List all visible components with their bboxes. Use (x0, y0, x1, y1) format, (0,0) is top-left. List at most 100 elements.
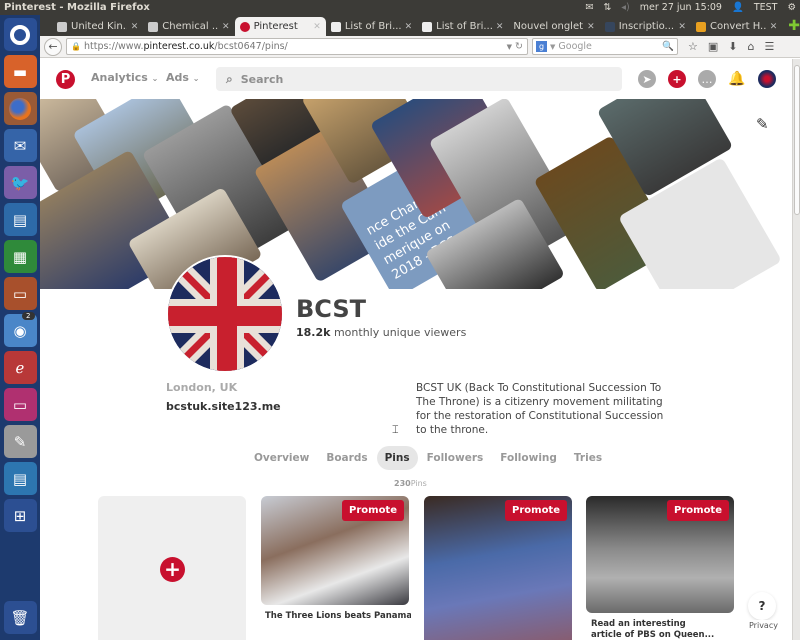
screen-viewer-icon[interactable]: ▭ (3, 388, 37, 421)
profile-name: BCST (296, 295, 367, 323)
pin-card[interactable]: Promote (424, 496, 572, 640)
profile-avatar-icon[interactable] (758, 70, 776, 88)
help-button[interactable]: ? (748, 592, 776, 620)
launcher-badge: 2 (22, 312, 35, 320)
menu-hamburger-icon[interactable]: ☰ (764, 40, 774, 53)
reader-icon[interactable]: ℯ (3, 351, 37, 384)
profile-tabs: Overview Boards Pins Followers Following… (246, 446, 611, 470)
tab-boards[interactable]: Boards (318, 446, 375, 470)
tab-following[interactable]: Following (492, 446, 565, 470)
document-icon[interactable]: ▤ (3, 462, 37, 495)
pin-caption[interactable]: Read an interesting article of PBS on Qu… (591, 619, 719, 640)
trash-icon[interactable]: 🗑 (3, 601, 37, 634)
disk-icon[interactable]: ◉ 2 (3, 312, 37, 347)
ads-menu[interactable]: Ads ⌄ (166, 71, 199, 84)
create-plus-icon[interactable]: + (668, 70, 686, 88)
pin-count: 230Pins (394, 479, 427, 488)
bookmark-star-icon[interactable]: ☆ (688, 40, 698, 53)
bbc-icon (148, 21, 159, 32)
scrollbar-thumb[interactable] (794, 65, 800, 215)
explore-compass-icon[interactable]: ➤ (638, 70, 656, 88)
url-bar[interactable]: 🔒 https://www.pinterest.co.uk/bcst0647/p… (66, 38, 528, 55)
promote-button[interactable]: Promote (667, 500, 729, 521)
add-pin-plus-icon[interactable]: + (160, 557, 185, 582)
pin-caption[interactable]: The Three Lions beats Panama 6:1... (265, 611, 411, 622)
close-tab-icon[interactable]: ✕ (405, 22, 413, 32)
close-tab-icon[interactable]: ✕ (313, 22, 321, 32)
thunderbird-icon[interactable]: ✉ (3, 129, 37, 162)
workspace-switcher-icon[interactable]: ⊞ (3, 499, 37, 532)
browser-tab[interactable]: Chemical ... ✕ (143, 17, 234, 36)
home-icon[interactable]: ⌂ (748, 40, 755, 53)
page-scrollbar[interactable] (792, 59, 800, 640)
files-folder-icon[interactable]: ▬ (3, 55, 37, 88)
notifications-bell-icon[interactable]: 🔔 (728, 70, 746, 88)
browser-tab[interactable]: Nouvel onglet ✕ (508, 17, 599, 36)
text-editor-icon[interactable]: ✎ (3, 425, 37, 458)
browser-tab[interactable]: United Kin... ✕ (52, 17, 143, 36)
close-tab-icon[interactable]: ✕ (587, 22, 595, 32)
dropdown-icon[interactable]: ▼ (507, 43, 512, 51)
search-icon: ⌕ (226, 71, 233, 86)
promote-button[interactable]: Promote (342, 500, 404, 521)
edit-profile-pencil-icon[interactable]: ✎ (756, 115, 769, 133)
impress-icon[interactable]: ▭ (3, 277, 37, 310)
new-tab-plus-icon[interactable]: ✚ (788, 17, 800, 36)
download-icon[interactable]: ⬇ (728, 40, 737, 53)
pin-card[interactable]: Promote (261, 496, 409, 605)
ubuntu-dash-icon[interactable] (3, 18, 37, 51)
add-pin-card[interactable]: + (98, 496, 246, 640)
close-tab-icon[interactable]: ✕ (131, 22, 139, 32)
wikipedia-icon (422, 21, 433, 32)
reload-icon[interactable]: ↻ (515, 41, 523, 52)
tumblr-icon (604, 21, 615, 32)
analytics-menu[interactable]: Analytics ⌄ (91, 71, 158, 84)
writer-icon[interactable]: ▤ (3, 203, 37, 236)
search-engine-box[interactable]: g ▼ Google 🔍 (532, 38, 678, 55)
back-button[interactable]: ← (44, 37, 62, 56)
pidgin-icon[interactable]: 🐦 (3, 166, 37, 199)
clock[interactable]: mer 27 jun 15:09 (640, 0, 722, 15)
firefox-icon[interactable] (3, 92, 37, 125)
magnifier-icon[interactable]: 🔍 (662, 41, 674, 52)
search-engine-placeholder: Google (558, 41, 592, 52)
close-tab-icon[interactable]: ✕ (222, 22, 230, 32)
mouse-cursor-icon: ⌶ (392, 423, 399, 436)
pinterest-logo-icon[interactable]: P (56, 70, 75, 89)
browser-tab[interactable]: Convert H... ✕ (691, 17, 782, 36)
close-tab-icon[interactable]: ✕ (496, 22, 504, 32)
browser-tab[interactable]: Inscriptio... ✕ (600, 17, 691, 36)
browser-tab-active[interactable]: Pinterest ✕ (234, 17, 326, 36)
unity-launcher: ▬ ✉ 🐦 ▤ ▦ ▭ ◉ 2 ℯ ▭ ✎ ▤ ⊞ 🗑 (0, 15, 40, 640)
messages-icon[interactable]: … (698, 70, 716, 88)
pin-card[interactable]: Promote (586, 496, 734, 613)
user-name[interactable]: TEST (754, 0, 778, 15)
power-gear-icon[interactable]: ⚙ (787, 0, 796, 15)
google-icon[interactable]: g (536, 41, 547, 52)
close-tab-icon[interactable]: ✕ (678, 22, 686, 32)
profile-cover-collage[interactable]: nce Charles ide the Cam merique on 2018 … (40, 99, 792, 289)
browser-tab[interactable]: List of Bri... ✕ (417, 17, 508, 36)
tab-pins[interactable]: Pins (376, 446, 418, 470)
volume-icon[interactable]: ◂) (621, 0, 629, 15)
search-input[interactable]: ⌕ Search (216, 67, 622, 91)
user-icon: 👤 (731, 2, 744, 13)
dropdown-icon[interactable]: ▼ (550, 43, 555, 51)
browser-nav-bar: ← 🔒 https://www.pinterest.co.uk/bcst0647… (40, 36, 800, 58)
reading-list-icon[interactable]: ▣ (708, 40, 718, 53)
tab-overview[interactable]: Overview (246, 446, 317, 470)
url-host: pinterest.co.uk (143, 41, 215, 52)
profile-website-link[interactable]: bcstuk.site123.me (166, 400, 281, 413)
browser-tab[interactable]: List of Bri... ✕ (326, 17, 417, 36)
tab-followers[interactable]: Followers (419, 446, 492, 470)
mail-icon[interactable]: ✉ (585, 0, 593, 15)
promote-button[interactable]: Promote (505, 500, 567, 521)
pinterest-icon (239, 21, 250, 32)
profile-avatar[interactable] (166, 255, 284, 373)
tab-tries[interactable]: Tries (566, 446, 610, 470)
calc-icon[interactable]: ▦ (3, 240, 37, 273)
network-icon[interactable]: ⇅ (603, 0, 611, 15)
privacy-link[interactable]: Privacy (746, 620, 781, 631)
close-tab-icon[interactable]: ✕ (770, 22, 778, 32)
chevron-down-icon: ⌄ (151, 74, 159, 83)
